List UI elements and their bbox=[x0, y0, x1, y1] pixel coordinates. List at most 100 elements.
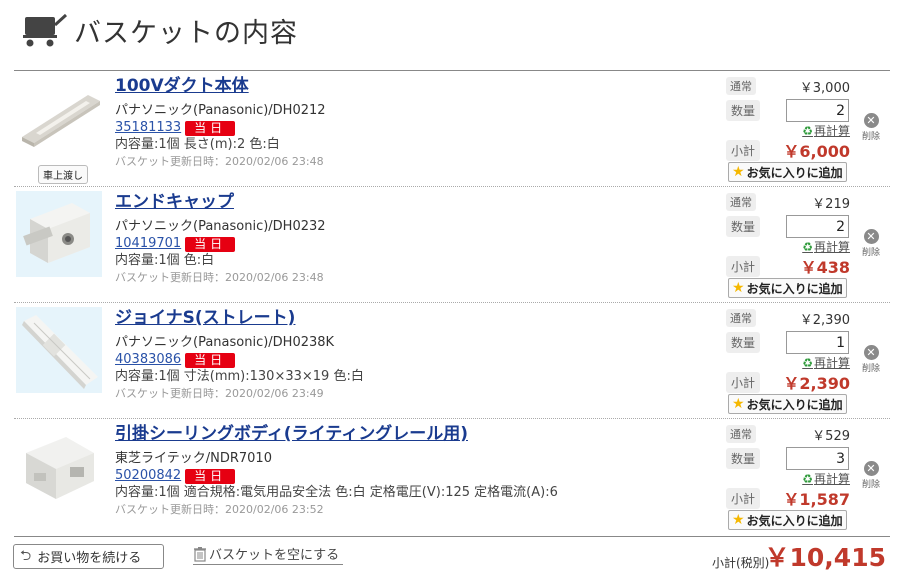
product-spec: 内容量:1個 長さ(m):2 色:白 bbox=[115, 137, 280, 152]
continue-shopping-label: お買い物を続ける bbox=[37, 551, 142, 566]
item-subtotal: ￥2,390 bbox=[783, 374, 850, 393]
product-code-link[interactable]: 35181133 bbox=[115, 120, 181, 136]
close-icon: ✕ bbox=[863, 461, 879, 476]
basket-list: 車上渡し 100Vダクト本体 パナソニック(Panasonic)/DH0212 … bbox=[14, 70, 890, 535]
empty-basket-button[interactable]: バスケットを空にする bbox=[193, 543, 344, 565]
recalc-link[interactable]: ♻ 再計算 bbox=[802, 470, 850, 487]
product-name-link[interactable]: ジョイナS(ストレート) bbox=[115, 306, 364, 330]
close-icon: ✕ bbox=[863, 345, 879, 360]
quantity-label: 数量 bbox=[726, 216, 761, 237]
product-code-link[interactable]: 40383086 bbox=[115, 352, 181, 368]
close-icon: ✕ bbox=[863, 229, 879, 244]
star-icon: ★ bbox=[732, 280, 745, 296]
truck-delivery-badge: 車上渡し bbox=[38, 165, 88, 184]
basket-item: 引掛シーリングボディ(ライティングレール用) 東芝ライテック/NDR7010 5… bbox=[14, 419, 890, 535]
recalc-label: 再計算 bbox=[813, 472, 850, 486]
product-name-link[interactable]: 100Vダクト本体 bbox=[115, 74, 326, 98]
page-header: バスケットの内容 bbox=[22, 8, 298, 52]
normal-price: ￥219 bbox=[812, 197, 850, 212]
product-maker: 東芝ライテック/NDR7010 bbox=[115, 451, 272, 466]
star-icon: ★ bbox=[732, 164, 745, 180]
subtotal-label: 小計 bbox=[726, 488, 761, 509]
refresh-icon: ♻ bbox=[802, 471, 813, 486]
favorite-label: お気に入りに追加 bbox=[746, 165, 843, 180]
product-spec: 内容量:1個 適合規格:電気用品安全法 色:白 定格電圧(V):125 定格電流… bbox=[115, 485, 558, 500]
favorite-label: お気に入りに追加 bbox=[746, 513, 843, 528]
same-day-badge: 当日 bbox=[185, 120, 236, 136]
quantity-input[interactable] bbox=[786, 447, 849, 470]
add-favorite-button[interactable]: ★ お気に入りに追加 bbox=[728, 510, 847, 530]
add-favorite-button[interactable]: ★ お気に入りに追加 bbox=[728, 162, 847, 182]
delete-button[interactable]: ✕ 削除 bbox=[860, 345, 882, 374]
quantity-input[interactable] bbox=[786, 331, 849, 354]
product-name-link[interactable]: エンドキャップ bbox=[115, 190, 326, 214]
recalc-label: 再計算 bbox=[813, 240, 850, 254]
normal-price: ￥529 bbox=[812, 429, 850, 444]
normal-price: ￥3,000 bbox=[799, 81, 850, 96]
recalc-link[interactable]: ♻ 再計算 bbox=[802, 122, 850, 139]
delete-button[interactable]: ✕ 削除 bbox=[860, 461, 882, 490]
refresh-icon: ♻ bbox=[802, 123, 813, 138]
delete-button[interactable]: ✕ 削除 bbox=[860, 229, 882, 258]
product-maker: パナソニック(Panasonic)/DH0212 bbox=[115, 103, 326, 118]
total-label: 小計(税別) bbox=[712, 556, 770, 570]
product-image[interactable] bbox=[16, 191, 102, 277]
basket-item: エンドキャップ パナソニック(Panasonic)/DH0232 1041970… bbox=[14, 187, 890, 303]
product-image[interactable] bbox=[16, 423, 102, 509]
product-maker: パナソニック(Panasonic)/DH0238K bbox=[115, 335, 335, 350]
quantity-label: 数量 bbox=[726, 332, 761, 353]
basket-item: 車上渡し 100Vダクト本体 パナソニック(Panasonic)/DH0212 … bbox=[14, 71, 890, 187]
continue-shopping-button[interactable]: ⮌ お買い物を続ける bbox=[13, 544, 164, 569]
same-day-badge: 当日 bbox=[185, 352, 236, 368]
normal-price: ￥2,390 bbox=[799, 313, 850, 328]
product-maker: パナソニック(Panasonic)/DH0232 bbox=[115, 219, 326, 234]
item-subtotal: ￥6,000 bbox=[783, 142, 850, 161]
same-day-badge: 当日 bbox=[185, 468, 236, 484]
recalc-link[interactable]: ♻ 再計算 bbox=[802, 238, 850, 255]
quantity-label: 数量 bbox=[726, 448, 761, 469]
delete-button[interactable]: ✕ 削除 bbox=[860, 113, 882, 142]
empty-basket-label: バスケットを空にする bbox=[209, 548, 340, 563]
star-icon: ★ bbox=[732, 512, 745, 528]
delete-label: 削除 bbox=[861, 248, 880, 258]
product-image[interactable] bbox=[16, 75, 102, 161]
recalc-label: 再計算 bbox=[813, 124, 850, 138]
quantity-input[interactable] bbox=[786, 215, 849, 238]
updated-timestamp: バスケット更新日時：2020/02/06 23:49 bbox=[115, 387, 324, 400]
product-name-link[interactable]: 引掛シーリングボディ(ライティングレール用) bbox=[115, 422, 558, 446]
normal-price-label: 通常 bbox=[726, 193, 756, 211]
subtotal-label: 小計 bbox=[726, 256, 761, 277]
total-value: ￥10,415 bbox=[764, 543, 886, 572]
favorite-label: お気に入りに追加 bbox=[746, 281, 843, 296]
product-code-link[interactable]: 50200842 bbox=[115, 468, 181, 484]
recalc-label: 再計算 bbox=[813, 356, 850, 370]
product-image[interactable] bbox=[16, 307, 102, 393]
delete-label: 削除 bbox=[861, 132, 880, 142]
item-subtotal: ￥1,587 bbox=[783, 490, 850, 509]
subtotal-label: 小計 bbox=[726, 140, 761, 161]
updated-timestamp: バスケット更新日時：2020/02/06 23:48 bbox=[115, 271, 324, 284]
updated-timestamp: バスケット更新日時：2020/02/06 23:48 bbox=[115, 155, 324, 168]
trash-icon bbox=[194, 546, 206, 562]
add-favorite-button[interactable]: ★ お気に入りに追加 bbox=[728, 394, 847, 414]
close-icon: ✕ bbox=[863, 113, 879, 128]
quantity-label: 数量 bbox=[726, 100, 761, 121]
delete-label: 削除 bbox=[861, 364, 880, 374]
add-favorite-button[interactable]: ★ お気に入りに追加 bbox=[728, 278, 847, 298]
product-spec: 内容量:1個 寸法(mm):130×33×19 色:白 bbox=[115, 369, 364, 384]
normal-price-label: 通常 bbox=[726, 309, 756, 327]
delete-label: 削除 bbox=[861, 480, 880, 490]
star-icon: ★ bbox=[732, 396, 745, 412]
product-code-link[interactable]: 10419701 bbox=[115, 236, 181, 252]
normal-price-label: 通常 bbox=[726, 425, 756, 443]
cart-icon bbox=[23, 13, 68, 47]
refresh-icon: ♻ bbox=[802, 239, 813, 254]
basket-item: ジョイナS(ストレート) パナソニック(Panasonic)/DH0238K 4… bbox=[14, 303, 890, 419]
page-title: バスケットの内容 bbox=[74, 17, 298, 49]
recalc-link[interactable]: ♻ 再計算 bbox=[802, 354, 850, 371]
quantity-input[interactable] bbox=[786, 99, 849, 122]
normal-price-label: 通常 bbox=[726, 77, 756, 95]
favorite-label: お気に入りに追加 bbox=[746, 397, 843, 412]
same-day-badge: 当日 bbox=[185, 236, 236, 252]
product-spec: 内容量:1個 色:白 bbox=[115, 253, 215, 268]
